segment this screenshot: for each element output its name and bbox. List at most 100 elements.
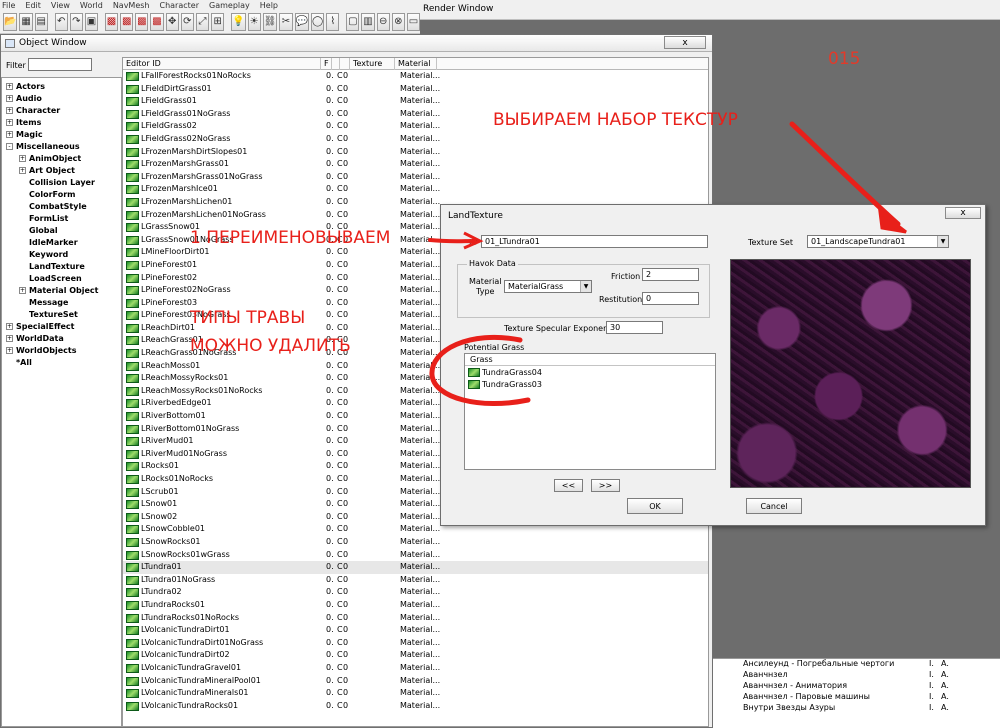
cut-icon[interactable]: ✂ (279, 12, 293, 31)
tree-item-collision-layer[interactable]: Collision Layer (2, 176, 121, 188)
expand-icon[interactable]: + (6, 94, 13, 102)
collapse-icon[interactable]: - (6, 142, 13, 150)
undo-icon[interactable]: ↶ (54, 12, 68, 31)
tree-item-message[interactable]: Message (2, 296, 121, 308)
lasso-icon[interactable]: ◯ (311, 12, 325, 31)
expand-icon[interactable]: + (19, 166, 26, 174)
expand-icon[interactable]: + (19, 286, 26, 294)
column-blank-1[interactable] (332, 58, 340, 70)
sky-icon[interactable]: ☀ (247, 12, 261, 31)
tree-item-specialeffect[interactable]: + SpecialEffect (2, 320, 121, 332)
tree-item-combatstyle[interactable]: CombatStyle (2, 200, 121, 212)
link-icon[interactable]: ⛓ (262, 12, 278, 31)
list-item[interactable]: Внутри Звезды Азуры I. A. (713, 703, 1000, 714)
table-row[interactable]: LFieldDirtGrass01 0. C 0 Material... (123, 83, 708, 96)
column-editor-id[interactable]: Editor ID (123, 58, 321, 70)
tree-item-actors[interactable]: + Actors (2, 80, 121, 92)
tree-item-magic[interactable]: + Magic (2, 128, 121, 140)
grass-list-item[interactable]: TundraGrass03 (465, 378, 715, 390)
list-item[interactable]: Аванчнзел - Аниматория I. A. (713, 681, 1000, 692)
table-row[interactable]: LVolcanicTundraDirt02 0. C 0 Material... (123, 649, 708, 662)
tree-item-audio[interactable]: + Audio (2, 92, 121, 104)
table-row[interactable]: LFrozenMarshGrass01NoGrass 0. C 0 Material..… (123, 171, 708, 184)
table-row[interactable]: LVolcanicTundraRocks01 0. C 0 Material... (123, 700, 708, 713)
navmesh-icon[interactable]: ▩ (150, 12, 164, 31)
water-icon[interactable]: ▭ (406, 12, 420, 31)
redo-icon[interactable]: ↷ (69, 12, 83, 31)
ok-button[interactable]: OK (627, 498, 683, 514)
menu-item-navmesh[interactable]: NavMesh (113, 1, 150, 10)
table-row[interactable]: LTundraRocks01NoRocks 0. C 0 Material... (123, 612, 708, 625)
tree-item-art-object[interactable]: + Art Object (2, 164, 121, 176)
chevron-down-icon[interactable]: ▼ (937, 236, 948, 247)
object-window-titlebar[interactable]: Object Window (1, 35, 712, 52)
restitution-field[interactable]: 0 (642, 292, 699, 305)
fog-icon[interactable]: ⊗ (391, 12, 405, 31)
preferences-icon[interactable]: ▣ (84, 12, 99, 31)
tree-item-idlemarker[interactable]: IdleMarker (2, 236, 121, 248)
render-icon[interactable]: ▩ (135, 12, 149, 31)
red-grid-icon[interactable]: ▩ (104, 12, 119, 31)
previous-button[interactable]: << (554, 479, 583, 492)
tree-item-landtexture[interactable]: LandTexture (2, 260, 121, 272)
expand-icon[interactable]: + (6, 346, 13, 354)
wireframe-icon[interactable]: ▥ (361, 12, 375, 31)
cube-icon[interactable]: ▢ (346, 12, 360, 31)
chevron-down-icon[interactable]: ▼ (580, 281, 591, 292)
expand-icon[interactable]: + (6, 106, 13, 114)
menu-item-file[interactable]: File (2, 1, 15, 10)
friction-field[interactable]: 2 (642, 268, 699, 281)
graph-icon[interactable]: ⌇ (326, 12, 340, 31)
tree-item-worldobjects[interactable]: + WorldObjects (2, 344, 121, 356)
tree-item-keyword[interactable]: Keyword (2, 248, 121, 260)
column-texture[interactable]: Texture (350, 58, 395, 70)
transform-icon[interactable]: ✥ (165, 12, 179, 31)
table-row[interactable]: LFieldGrass02NoGrass 0. C 0 Material... (123, 133, 708, 146)
table-row[interactable]: LFrozenMarshGrass01 0. C 0 Material... (123, 158, 708, 171)
snap-icon[interactable]: ⊞ (211, 12, 225, 31)
expand-icon[interactable]: + (19, 154, 26, 162)
table-row[interactable]: LFieldGrass01 0. C 0 Material... (123, 95, 708, 108)
tree-item-character[interactable]: + Character (2, 104, 121, 116)
cancel-button[interactable]: Cancel (746, 498, 802, 514)
filter-input[interactable] (28, 58, 92, 71)
table-row[interactable]: LVolcanicTundraDirt01 0. C 0 Material... (123, 624, 708, 637)
menu-item-view[interactable]: View (51, 1, 70, 10)
table-row[interactable]: LSnowRocks01wGrass 0. C 0 Material... (123, 549, 708, 562)
expand-icon[interactable]: + (6, 334, 13, 342)
expand-icon[interactable]: + (6, 130, 13, 138)
table-row[interactable]: LTundra02 0. C 0 Material... (123, 586, 708, 599)
list-item[interactable]: Аванчнзел I. A. (713, 670, 1000, 681)
cell-view-icon[interactable]: ▩ (120, 12, 134, 31)
table-row[interactable]: LTundra01 0. C 0 Material... (123, 561, 708, 574)
grass-column-header[interactable]: Grass (465, 354, 715, 366)
menu-item-character[interactable]: Character (160, 1, 200, 10)
expand-icon[interactable]: + (6, 118, 13, 126)
id-field[interactable]: 01_LTundra01 (481, 235, 708, 248)
tree-item-animobject[interactable]: + AnimObject (2, 152, 121, 164)
stop-icon[interactable]: ⊖ (376, 12, 390, 31)
specular-exponent-field[interactable]: 30 (606, 321, 663, 334)
menu-item-edit[interactable]: Edit (25, 1, 41, 10)
tree-item-items[interactable]: + Items (2, 116, 121, 128)
table-row[interactable]: LVolcanicTundraDirt01NoGrass 0. C 0 Material… (123, 637, 708, 650)
next-button[interactable]: >> (591, 479, 620, 492)
expand-icon[interactable]: + (6, 322, 13, 330)
rotate-icon[interactable]: ⟳ (180, 12, 194, 31)
open-icon[interactable]: 📂 (3, 12, 18, 31)
chat-icon[interactable]: 💬 (294, 12, 310, 31)
scale-icon[interactable]: ⤢ (195, 12, 210, 31)
tree-item--all[interactable]: *All (2, 356, 121, 368)
tree-item-miscellaneous[interactable]: - Miscellaneous (2, 140, 121, 152)
list-item[interactable]: Ансилеунд - Погребальные чертоги I. A. (713, 659, 1000, 670)
list-item[interactable]: Аванчнзел - Паровые машины I. A. (713, 692, 1000, 703)
save-icon[interactable]: ▦ (19, 12, 33, 31)
tree-item-loadscreen[interactable]: LoadScreen (2, 272, 121, 284)
data-icon[interactable]: ▤ (34, 12, 48, 31)
column-material[interactable]: Material (395, 58, 437, 70)
menu-item-help[interactable]: Help (260, 1, 278, 10)
tree-item-material-object[interactable]: + Material Object (2, 284, 121, 296)
material-type-select[interactable]: MaterialGrass ▼ (504, 280, 592, 293)
table-row[interactable]: LFallForestRocks01NoRocks 0. C 0 Material... (123, 70, 708, 83)
table-row[interactable]: LVolcanicTundraMineralPool01 0. C 0 Material… (123, 675, 708, 688)
